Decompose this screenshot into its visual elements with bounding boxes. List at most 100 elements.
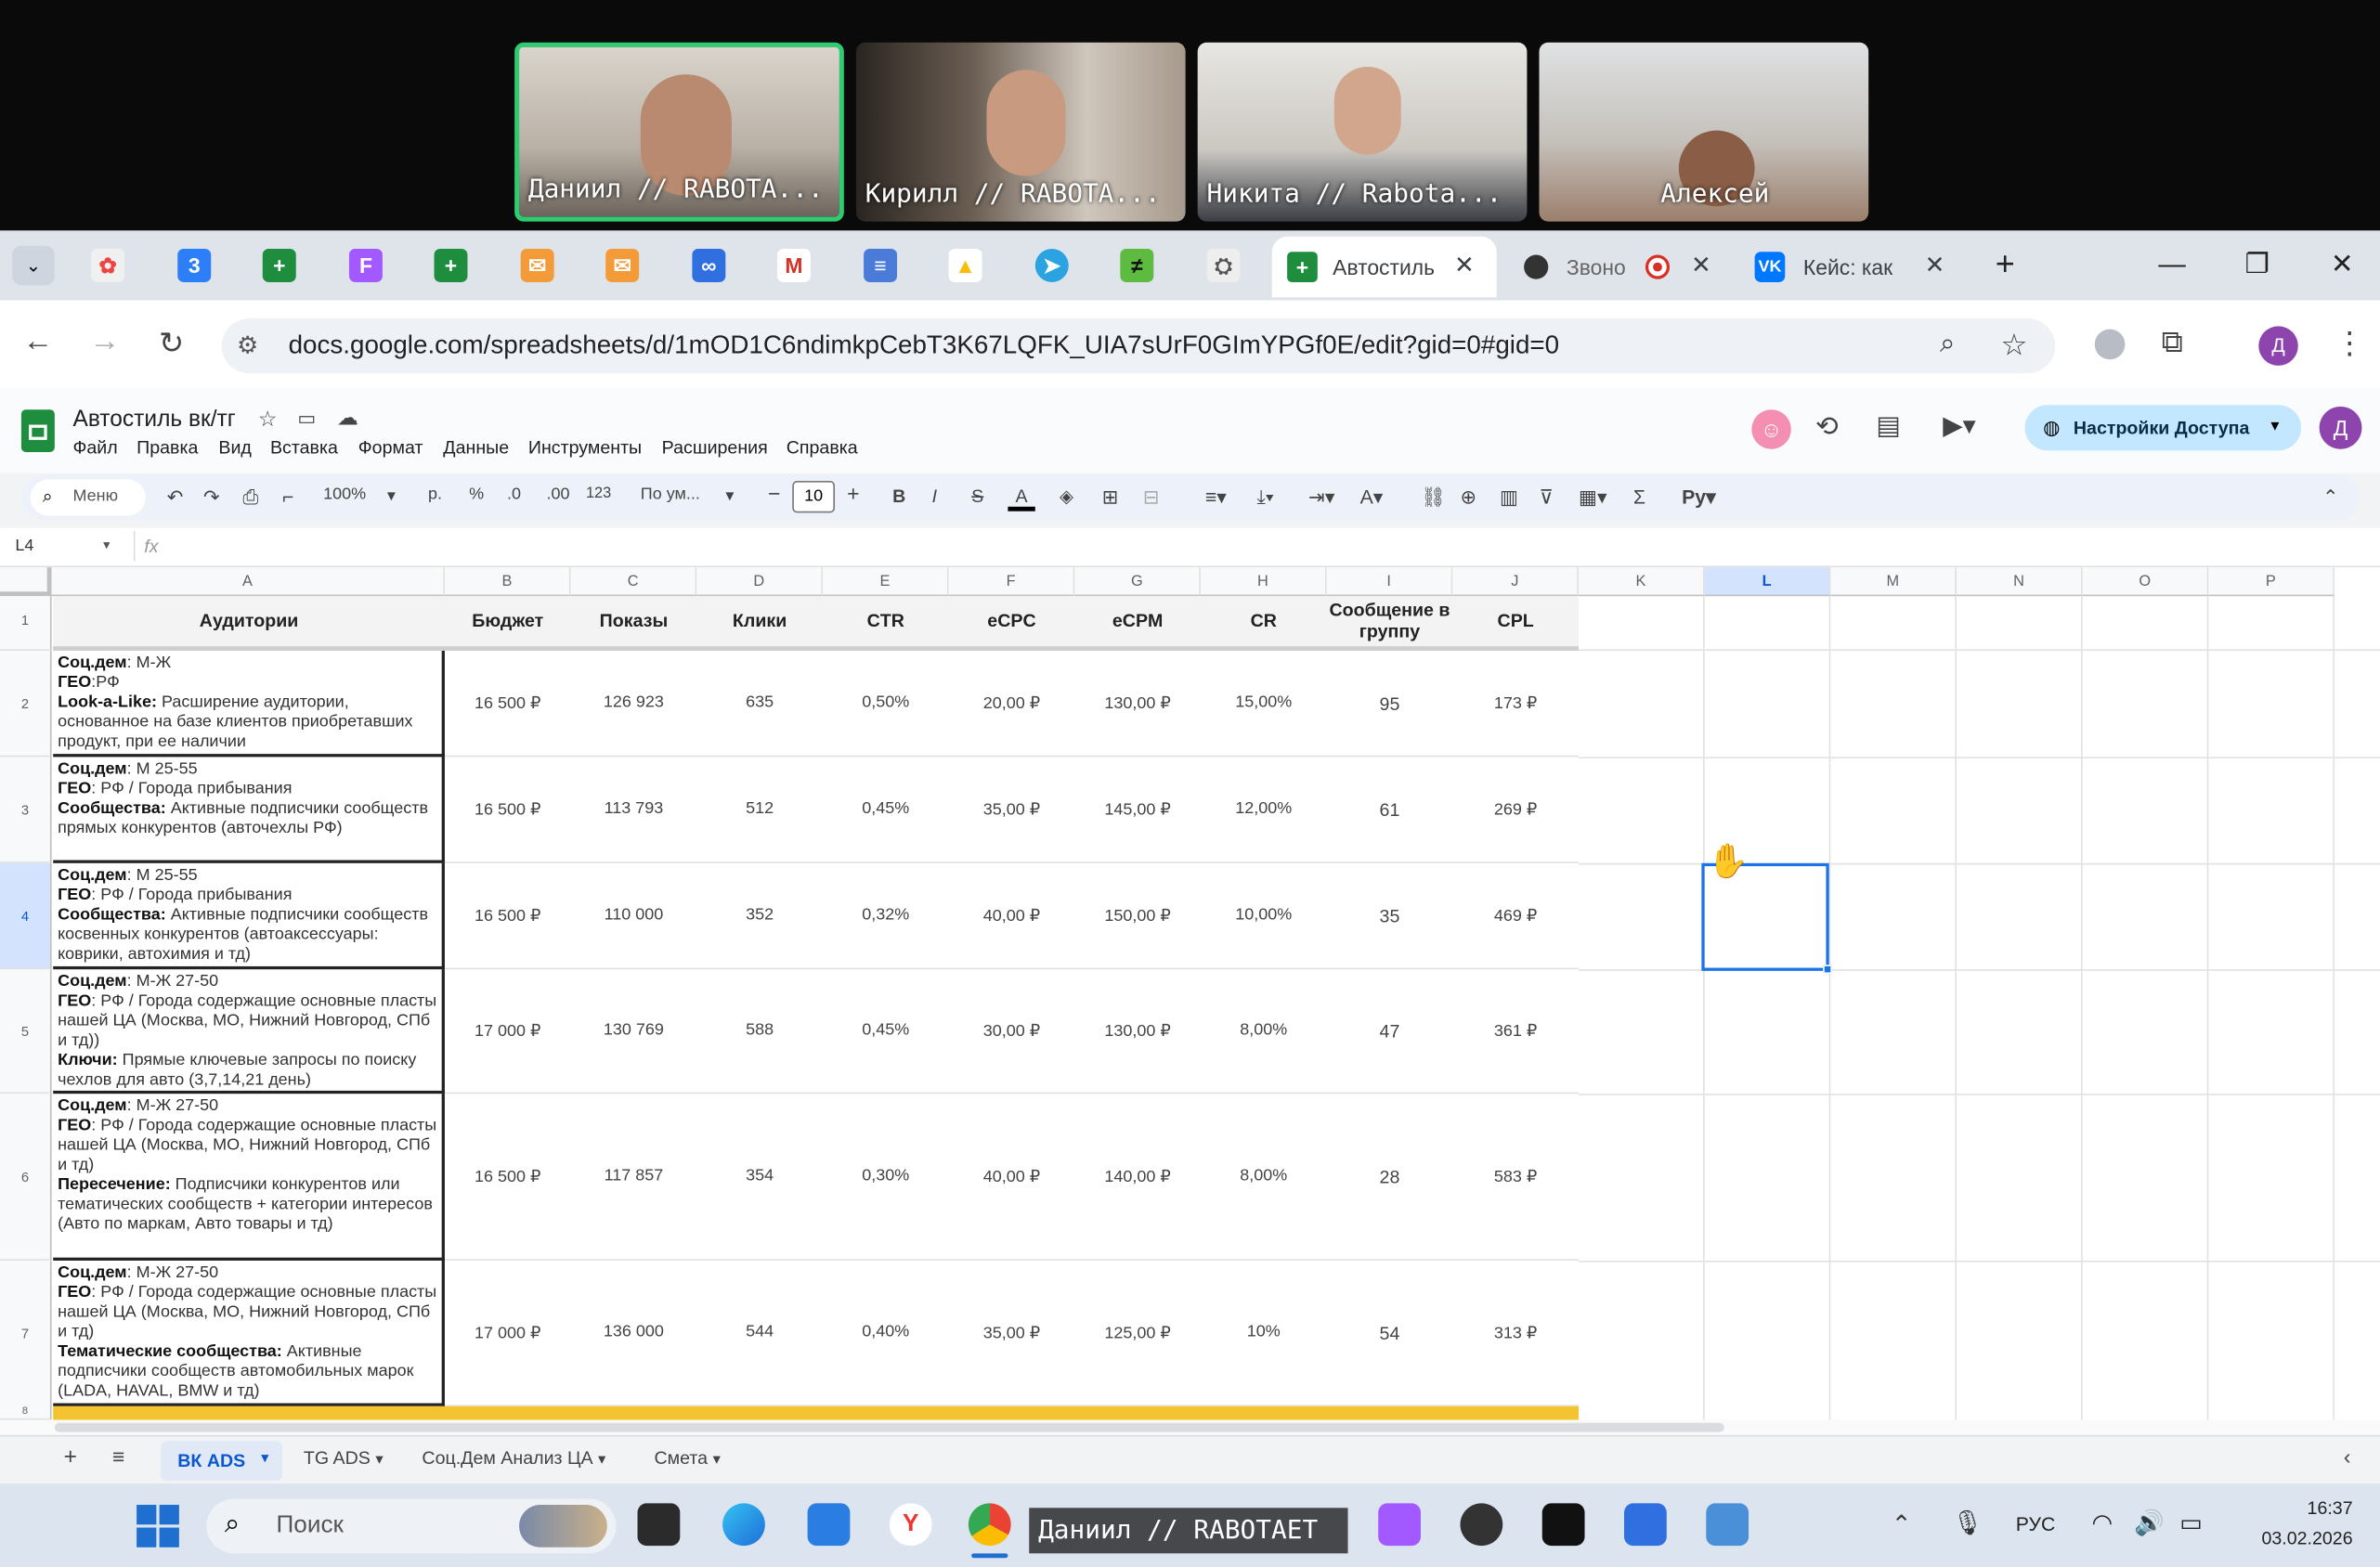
menu-extensions[interactable]: Расширения: [662, 437, 768, 459]
audience-cell[interactable]: Соц.дем: М 25-55 ГЕО: РФ / Города прибыва…: [53, 757, 445, 863]
fill-handle[interactable]: [1823, 965, 1832, 975]
header-cell[interactable]: eCPM: [1074, 610, 1201, 631]
figma-icon[interactable]: [1378, 1503, 1421, 1547]
close-icon[interactable]: ✕: [1925, 237, 1945, 297]
data-cell[interactable]: 130,00 ₽: [1074, 1021, 1201, 1041]
header-cell[interactable]: CPL: [1452, 610, 1579, 631]
total-row[interactable]: [53, 1405, 1579, 1420]
tab-case[interactable]: VK Кейс: как ✕: [1746, 237, 1958, 297]
bookmark-star-icon[interactable]: ☆: [2000, 326, 2027, 364]
app-icon[interactable]: [1706, 1503, 1749, 1547]
data-cell[interactable]: 140,00 ₽: [1074, 1167, 1201, 1186]
menu-tools[interactable]: Инструменты: [528, 437, 642, 459]
font-select[interactable]: По ум...: [641, 486, 700, 504]
zoom-select[interactable]: 100%: [323, 486, 366, 504]
data-cell[interactable]: 28: [1327, 1167, 1453, 1188]
new-tab-icon[interactable]: +: [1983, 242, 2028, 285]
docs-tab-icon[interactable]: ≡: [864, 248, 898, 282]
extension-icon[interactable]: [2094, 329, 2126, 360]
edge-icon[interactable]: [722, 1503, 765, 1547]
filter-icon[interactable]: ⊽: [1539, 486, 1554, 510]
column-header-i[interactable]: I: [1326, 567, 1453, 597]
link-icon[interactable]: ⛓: [1421, 486, 1446, 510]
header-cell[interactable]: Сообщение в группу: [1327, 599, 1453, 641]
sheet-tab-tg-ads[interactable]: TG ADS ▾: [304, 1447, 384, 1469]
chrome-icon[interactable]: [968, 1503, 1011, 1547]
data-cell[interactable]: 0,45%: [823, 1021, 949, 1040]
data-cell[interactable]: 20,00 ₽: [949, 693, 1075, 713]
site-settings-icon[interactable]: ⚙: [237, 330, 258, 361]
sheets-logo-icon[interactable]: [20, 409, 55, 452]
data-cell[interactable]: 40,00 ₽: [949, 906, 1075, 926]
clock-time[interactable]: 16:37: [2231, 1497, 2353, 1519]
data-cell[interactable]: 145,00 ₽: [1074, 799, 1201, 820]
meet-icon[interactable]: ▶▾: [1943, 411, 1975, 442]
mail-tab-icon[interactable]: ✉: [605, 248, 640, 282]
row-header-6[interactable]: 6: [0, 1094, 52, 1261]
formula-input[interactable]: [170, 531, 2356, 562]
column-header-d[interactable]: D: [696, 567, 823, 597]
data-cell[interactable]: 0,45%: [823, 799, 949, 818]
sheet-tab-vk-ads[interactable]: ВК ADS ▾: [161, 1441, 283, 1481]
data-cell[interactable]: 269 ₽: [1452, 799, 1579, 820]
column-header-l[interactable]: L: [1704, 567, 1831, 597]
app-tab-icon[interactable]: ✿: [91, 248, 125, 282]
audience-cell[interactable]: Соц.дем: М-Ж 27-50 ГЕО: РФ / Города содер…: [53, 969, 445, 1094]
data-cell[interactable]: 95: [1327, 693, 1453, 715]
column-header-o[interactable]: O: [2082, 567, 2209, 597]
data-cell[interactable]: 512: [696, 799, 823, 818]
data-cell[interactable]: 40,00 ₽: [949, 1167, 1075, 1186]
data-cell[interactable]: 35: [1327, 906, 1453, 927]
participant-tile-4[interactable]: Алексей: [1539, 42, 1869, 222]
telegram-tab-icon[interactable]: ➤: [1034, 248, 1069, 282]
name-box[interactable]: L4: [15, 537, 33, 555]
participant-tile-2[interactable]: Кирилл // RABOTA...: [855, 42, 1186, 222]
column-header-a[interactable]: A: [51, 567, 445, 597]
header-cell[interactable]: CTR: [823, 610, 949, 631]
sheets-tab-icon[interactable]: +: [434, 248, 468, 282]
app-icon[interactable]: [1541, 1503, 1585, 1547]
audience-cell[interactable]: Соц.дем: М-Ж ГЕО:РФ Look-a-Like: Расширени…: [53, 651, 445, 758]
data-cell[interactable]: 15,00%: [1201, 693, 1327, 712]
column-header-c[interactable]: C: [570, 567, 697, 597]
audience-cell[interactable]: Соц.дем: М-Ж 27-50 ГЕО: РФ / Города содер…: [53, 1260, 445, 1406]
number-format-button[interactable]: 123: [586, 486, 611, 502]
data-cell[interactable]: 8,00%: [1201, 1167, 1327, 1185]
collapse-toolbar-icon[interactable]: ⌃: [2322, 486, 2339, 510]
taskbar-search[interactable]: ⌕ Поиск: [206, 1498, 617, 1554]
restore-icon[interactable]: ❐: [2234, 242, 2280, 285]
row-header-8[interactable]: 8: [0, 1405, 52, 1420]
yandex-icon[interactable]: Y: [889, 1503, 932, 1547]
menu-view[interactable]: Вид: [218, 437, 252, 459]
chevron-down-icon[interactable]: ▾: [713, 1452, 721, 1469]
data-cell[interactable]: 173 ₽: [1452, 693, 1579, 713]
header-cell[interactable]: Показы: [571, 610, 697, 631]
add-sheet-icon[interactable]: +: [64, 1444, 77, 1470]
doc-title[interactable]: Автостиль вк/тг: [72, 407, 235, 433]
undo-icon[interactable]: ↶: [167, 486, 184, 510]
sheet-tab-smeta[interactable]: Смета ▾: [655, 1447, 721, 1469]
comment-icon[interactable]: ⊕: [1460, 486, 1476, 510]
strikethrough-icon[interactable]: S: [971, 486, 983, 507]
app-icon[interactable]: [1624, 1503, 1667, 1547]
chevron-left-icon[interactable]: ‹: [2344, 1444, 2351, 1469]
data-cell[interactable]: 130,00 ₽: [1074, 693, 1201, 713]
functions-icon[interactable]: Σ: [1633, 486, 1645, 509]
paint-format-icon[interactable]: ⌐: [282, 486, 293, 509]
text-rotation-icon[interactable]: A▾: [1360, 486, 1384, 510]
battery-icon[interactable]: ▭: [2179, 1508, 2203, 1538]
data-cell[interactable]: 354: [696, 1167, 823, 1185]
menu-help[interactable]: Справка: [787, 437, 858, 459]
column-header-g[interactable]: G: [1074, 567, 1201, 597]
data-cell[interactable]: 110 000: [571, 906, 697, 925]
reload-icon[interactable]: ↻: [149, 325, 194, 363]
data-cell[interactable]: 61: [1327, 799, 1453, 821]
close-icon[interactable]: ✕: [1691, 237, 1711, 297]
drive-tab-icon[interactable]: ▲: [948, 248, 982, 282]
increase-decimal-button[interactable]: .00: [546, 486, 569, 504]
data-cell[interactable]: 588: [696, 1021, 823, 1040]
volume-icon[interactable]: 🔊: [2134, 1508, 2165, 1538]
text-color-icon[interactable]: A: [1008, 486, 1035, 512]
row-header-7[interactable]: 7: [0, 1260, 52, 1406]
menu-format[interactable]: Формат: [358, 437, 423, 459]
